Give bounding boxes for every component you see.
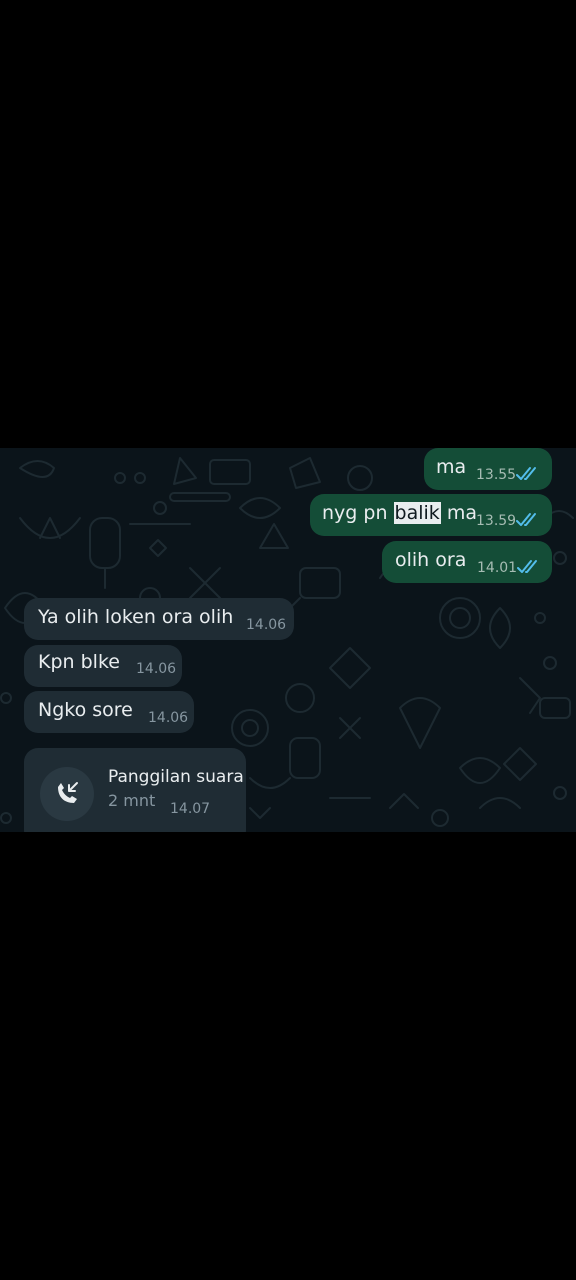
double-check-icon [517,560,537,573]
message-time: 14.07 [170,801,211,817]
message-time: 14.01 [477,560,518,576]
voice-call-message[interactable]: Panggilan suara 2 mnt 14.07 [24,748,246,832]
call-duration: 2 mnt [108,791,156,810]
message-time: 14.06 [148,710,189,726]
incoming-message[interactable]: Ya olih loken ora olih 14.06 [24,598,294,640]
call-title: Panggilan suara [108,767,244,787]
outgoing-message[interactable]: olih ora 14.01 [382,541,552,583]
message-text: Ngko sore [38,699,133,721]
message-text: Kpn blke [38,651,120,673]
outgoing-message[interactable]: nyg pn balik ma 13.59 [310,494,552,536]
message-time: 14.06 [246,617,287,633]
message-text: nyg pn balik ma [322,502,478,524]
message-time: 13.55 [476,467,517,483]
message-text: Ya olih loken ora olih [38,606,234,628]
chat-area[interactable]: ma 13.55 nyg pn balik ma 13.59 olih ora … [0,448,576,832]
highlighted-text: balik [393,502,441,524]
outgoing-message[interactable]: ma 13.55 [424,448,552,490]
incoming-message[interactable]: Kpn blke 14.06 [24,645,182,687]
call-icon-button[interactable] [40,767,94,821]
double-check-icon [516,513,536,526]
incoming-message[interactable]: Ngko sore 14.06 [24,691,194,733]
double-check-icon [516,467,536,480]
message-time: 13.59 [476,513,517,529]
message-text: ma [436,456,467,478]
message-time: 14.06 [136,661,177,677]
message-text: olih ora [395,549,467,571]
missed-call-arrow-icon [58,782,78,803]
